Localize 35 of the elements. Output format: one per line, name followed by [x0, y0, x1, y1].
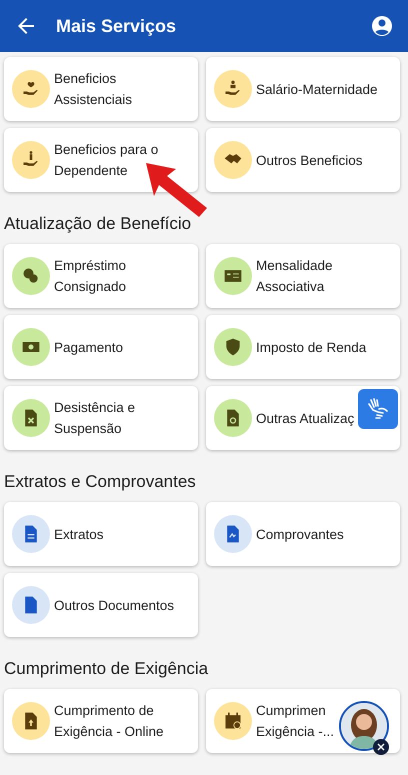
- section-heading: Cumprimento de Exigência: [4, 658, 210, 680]
- account-icon[interactable]: [370, 14, 394, 38]
- service-card[interactable]: Empréstimo Consignado: [4, 244, 198, 308]
- service-label: Outros Beneficios: [256, 152, 363, 170]
- service-label: Imposto de Renda: [256, 338, 366, 357]
- service-label: Desistência e Suspensão: [54, 399, 136, 438]
- service-card[interactable]: Cumprimento de Exigência - Online: [4, 689, 198, 753]
- service-label: Empréstimo Consignado: [54, 257, 126, 296]
- service-label: Salário-Maternidade: [256, 80, 378, 98]
- service-card[interactable]: Comprovantes: [206, 502, 400, 566]
- service-card[interactable]: Beneficios para o Dependente: [4, 128, 198, 192]
- service-card[interactable]: Mensalidade Associativa: [206, 244, 400, 308]
- service-card[interactable]: Salário-Maternidade: [206, 57, 400, 121]
- section-heading: Extratos e Comprovantes: [4, 471, 197, 493]
- service-label: Beneficios para o Dependente: [54, 141, 158, 180]
- service-label: Extratos: [54, 526, 104, 544]
- service-label: Cumprimento de Exigência - Online: [54, 702, 164, 741]
- service-label: Comprovantes: [256, 526, 344, 544]
- section-heading: Atualização de Benefício: [4, 213, 192, 235]
- sign-language-icon: [366, 397, 390, 421]
- service-label: Mensalidade Associativa: [256, 257, 333, 296]
- sign-language-button[interactable]: [358, 389, 398, 429]
- page-title: Mais Serviços: [56, 16, 178, 36]
- service-card[interactable]: Extratos: [4, 502, 198, 566]
- service-card[interactable]: Imposto de Renda: [206, 315, 400, 379]
- service-card[interactable]: Desistência e Suspensão: [4, 386, 198, 450]
- service-card[interactable]: Pagamento: [4, 315, 198, 379]
- service-card[interactable]: Beneficios Assistenciais: [4, 57, 198, 121]
- service-card[interactable]: Outros Beneficios: [206, 128, 400, 192]
- service-label: Pagamento: [54, 338, 124, 357]
- service-card[interactable]: Outros Documentos: [4, 573, 198, 637]
- service-label: Outros Documentos: [54, 596, 174, 614]
- service-label: Cumprimen Exigência -...: [256, 702, 334, 741]
- service-label: Beneficios Assistenciais: [54, 70, 132, 109]
- service-label: Outras Atualizaç: [256, 410, 354, 428]
